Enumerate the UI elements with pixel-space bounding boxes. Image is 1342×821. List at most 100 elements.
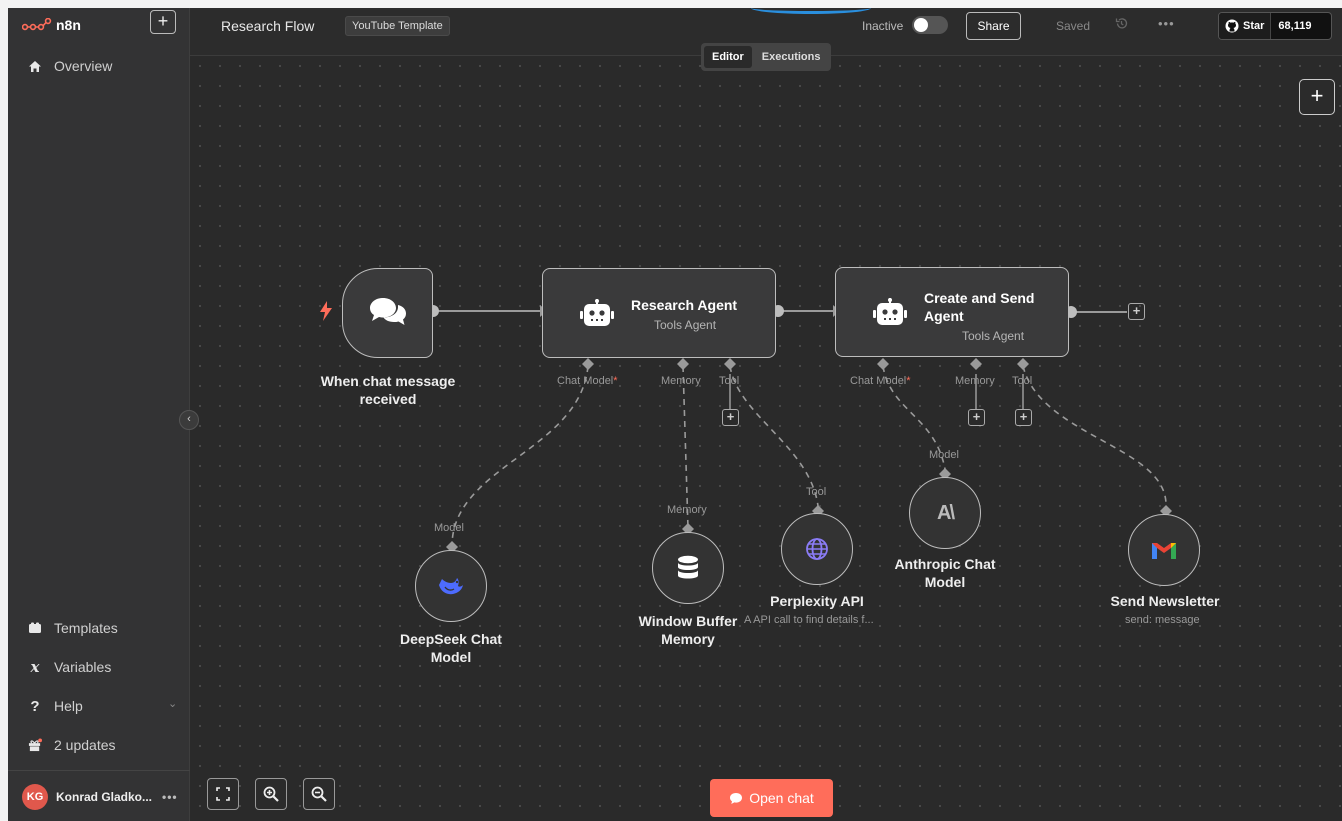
- variables-icon: x: [30, 658, 40, 676]
- zoom-in-icon: [263, 786, 279, 802]
- connections-layer: [427, 304, 1172, 553]
- robot-icon: [872, 298, 907, 325]
- node-create-send-agent[interactable]: Create and Send Agent Tools Agent: [835, 267, 1069, 357]
- workflow-name[interactable]: Research Flow: [221, 18, 314, 34]
- star-count: 68,119: [1278, 20, 1312, 32]
- port-label-memory: Memory: [955, 375, 995, 387]
- avatar: KG: [22, 784, 48, 810]
- tab-editor[interactable]: Editor: [704, 46, 752, 68]
- connection-perplexity[interactable]: [729, 365, 819, 507]
- globe-icon: [806, 538, 828, 560]
- sidebar-item-templates[interactable]: Templates: [28, 617, 118, 639]
- sidebar-divider: [8, 770, 190, 771]
- port-label-model: Model: [434, 522, 464, 534]
- github-icon: [1225, 19, 1239, 33]
- n8n-app: n8n + Overview Templates x Variables ? H…: [8, 8, 1342, 821]
- node-chat-trigger[interactable]: [342, 268, 433, 358]
- fit-view-icon: [216, 787, 230, 801]
- node-anthropic-chat-model[interactable]: A\: [909, 477, 981, 549]
- sidebar-item-label: Variables: [54, 659, 112, 675]
- share-button[interactable]: Share: [966, 12, 1021, 40]
- sidebar-item-label: Overview: [54, 58, 113, 74]
- sidebar-item-label: Templates: [54, 620, 118, 636]
- node-label: When chat message received: [320, 373, 456, 407]
- workflow-canvas[interactable]: When chat message received Research Agen…: [190, 56, 1342, 821]
- sidebar-item-help[interactable]: ? Help ⌄: [28, 695, 178, 717]
- port-label-chat-model: Chat Model*: [557, 375, 618, 387]
- history-icon[interactable]: [1115, 17, 1128, 33]
- zoom-in-button[interactable]: [255, 778, 287, 810]
- more-options-button[interactable]: •••: [1158, 16, 1175, 31]
- port-label-tool: Tool: [719, 375, 740, 387]
- node-label: DeepSeek Chat Model: [400, 631, 502, 665]
- add-memory-button[interactable]: +: [968, 409, 985, 426]
- sidebar-item-updates[interactable]: 2 updates: [28, 734, 116, 756]
- toggle-knob: [914, 18, 928, 32]
- create-button[interactable]: +: [150, 10, 176, 34]
- zoom-to-fit-button[interactable]: [207, 778, 239, 810]
- node-subtitle: Tools Agent: [962, 329, 1025, 343]
- active-toggle[interactable]: [912, 16, 948, 34]
- brand-name: n8n: [56, 17, 81, 33]
- port-diamond[interactable]: [582, 358, 594, 370]
- star-label: Star: [1243, 20, 1265, 32]
- add-tool-button[interactable]: +: [1015, 409, 1032, 426]
- active-status-label: Inactive: [862, 19, 904, 33]
- node-label: Anthropic Chat Model: [894, 556, 996, 590]
- add-tool-button[interactable]: +: [722, 409, 739, 426]
- database-icon: [678, 555, 698, 579]
- connection-deepseek[interactable]: [451, 365, 589, 547]
- anthropic-icon: A\: [937, 501, 955, 524]
- user-name: Konrad Gladko...: [56, 790, 153, 804]
- chat-bubble-icon: [730, 792, 743, 804]
- node-perplexity-api[interactable]: [781, 513, 853, 585]
- robot-icon: [579, 299, 614, 326]
- templates-icon: [28, 622, 42, 634]
- sidebar-item-variables[interactable]: x Variables: [28, 656, 112, 678]
- chat-icon: [368, 296, 408, 335]
- chevron-down-icon: ⌄: [168, 698, 178, 710]
- sidebar-item-overview[interactable]: Overview: [28, 55, 112, 77]
- port-diamond[interactable]: [677, 358, 689, 370]
- saved-status: Saved: [1056, 19, 1091, 33]
- deepseek-icon: [439, 578, 463, 595]
- node-send-newsletter[interactable]: [1128, 514, 1200, 586]
- sidebar: n8n + Overview Templates x Variables ? H…: [8, 8, 190, 821]
- open-chat-label: Open chat: [749, 790, 814, 806]
- connection-gmail[interactable]: [1022, 365, 1167, 505]
- zoom-out-button[interactable]: [303, 778, 335, 810]
- node-label: Window Buffer Memory: [638, 613, 738, 647]
- sidebar-collapse-button[interactable]: ‹: [179, 410, 199, 430]
- zoom-out-icon: [311, 786, 327, 802]
- port-label-model: Model: [929, 449, 959, 461]
- gmail-icon: [1152, 543, 1176, 559]
- node-research-agent[interactable]: Research Agent Tools Agent: [542, 268, 776, 358]
- user-more-button[interactable]: •••: [162, 790, 178, 804]
- port-diamond[interactable]: [1017, 358, 1029, 370]
- node-title: Create and Send Agent: [924, 290, 1035, 324]
- gift-icon: [28, 738, 42, 752]
- tab-executions[interactable]: Executions: [754, 46, 829, 68]
- help-icon: ?: [30, 697, 40, 715]
- home-icon: [28, 60, 42, 73]
- port-label-tool: Tool: [806, 486, 827, 498]
- port-diamond[interactable]: [970, 358, 982, 370]
- sidebar-item-label: 2 updates: [54, 737, 116, 753]
- node-window-buffer-memory[interactable]: [652, 532, 724, 604]
- github-star[interactable]: Star: [1219, 13, 1272, 39]
- user-menu[interactable]: KG Konrad Gladko... •••: [22, 784, 178, 810]
- workflow-tag[interactable]: YouTube Template: [345, 16, 450, 36]
- port-diamond[interactable]: [877, 358, 889, 370]
- add-node-button[interactable]: +: [1299, 79, 1335, 115]
- add-next-node-button[interactable]: +: [1128, 303, 1145, 320]
- node-deepseek-chat-model[interactable]: [415, 550, 487, 622]
- github-star-button[interactable]: Star 68,119: [1218, 12, 1332, 40]
- sidebar-item-label: Help: [54, 698, 83, 714]
- n8n-logo-icon: [22, 18, 52, 31]
- port-diamond[interactable]: [724, 358, 736, 370]
- port-label-memory: Memory: [661, 375, 701, 387]
- node-label: Send Newsletter: [1110, 593, 1220, 609]
- open-chat-button[interactable]: Open chat: [710, 779, 833, 817]
- node-title: Research Agent: [631, 297, 738, 313]
- n8n-logo[interactable]: n8n: [22, 17, 81, 33]
